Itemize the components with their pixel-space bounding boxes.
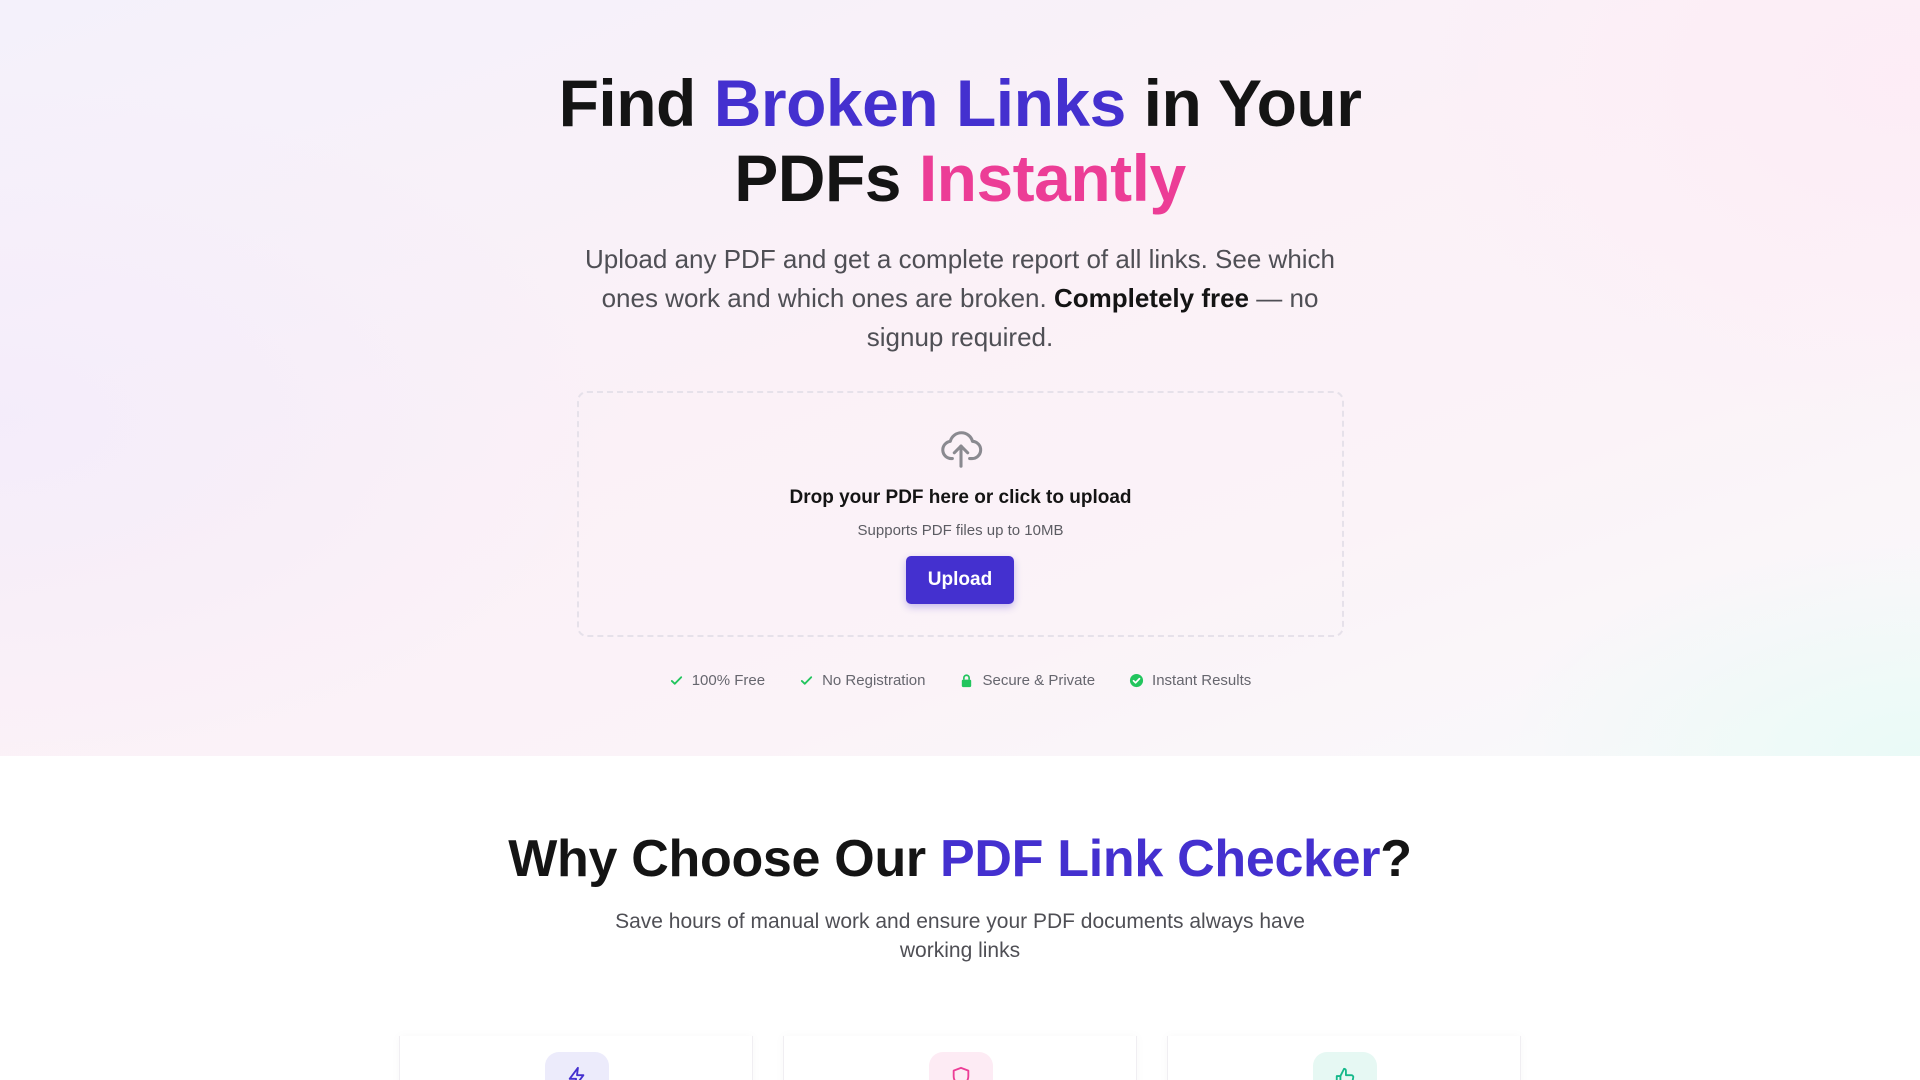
shield-icon — [952, 1066, 970, 1080]
hero-title-highlight-pink: Instantly — [918, 141, 1186, 215]
feature-icon-box — [1313, 1052, 1377, 1080]
features-title-highlight: PDF Link Checker — [940, 830, 1381, 888]
hero-title-highlight: Broken Links — [713, 66, 1127, 140]
thumbs-up-icon — [1335, 1067, 1355, 1080]
features-title-text: ? — [1380, 830, 1412, 888]
features-subtitle: Save hours of manual work and ensure you… — [615, 910, 1305, 962]
upload-button[interactable]: Upload — [906, 556, 1014, 604]
badge-label: 100% Free — [691, 671, 766, 689]
lightning-icon — [568, 1066, 585, 1080]
check-icon — [670, 675, 682, 685]
dropzone-subtitle: Supports PDF files up to 10MB — [857, 522, 1064, 539]
hero-subtitle-bold: Completely free — [1053, 283, 1250, 313]
badge-secure: Secure & Private — [959, 672, 1095, 689]
pdf-dropzone[interactable]: Drop your PDF here or click to upload Su… — [577, 391, 1344, 637]
badge-free: 100% Free — [669, 672, 765, 689]
badge-no-registration: No Registration — [799, 672, 925, 689]
hero-title-text: PDFs — [734, 141, 901, 215]
feature-icon-box — [929, 1052, 993, 1080]
hero-title: Find Broken Links in Your PDFs Instantly — [0, 66, 1920, 216]
badge-instant: Instant Results — [1129, 672, 1251, 689]
hero-title-text: in Your — [1143, 66, 1362, 140]
features-title-text: Why Choose Our — [508, 830, 926, 888]
cloud-upload-icon — [941, 431, 983, 468]
feature-icon-box — [545, 1052, 609, 1080]
badge-label: Secure & Private — [982, 671, 1096, 689]
features-title: Why Choose Our PDF Link Checker? — [0, 827, 1920, 891]
feature-card-quality — [1167, 1036, 1521, 1080]
feature-card-security — [783, 1036, 1137, 1080]
check-icon — [800, 675, 813, 685]
hero-title-text: Find — [558, 66, 697, 140]
hero-section: Find Broken Links in Your PDFs Instantly… — [0, 0, 1920, 756]
dropzone-title: Drop your PDF here or click to upload — [789, 487, 1132, 508]
lock-icon — [962, 673, 972, 687]
feature-card-speed — [399, 1036, 753, 1080]
check-circle-icon — [1129, 673, 1144, 687]
hero-subtitle: Upload any PDF and get a complete report… — [560, 240, 1360, 357]
trust-badges: 100% Free No Registration Secure & Priva… — [0, 668, 1920, 692]
badge-label: No Registration — [822, 671, 926, 689]
badge-label: Instant Results — [1152, 671, 1252, 689]
